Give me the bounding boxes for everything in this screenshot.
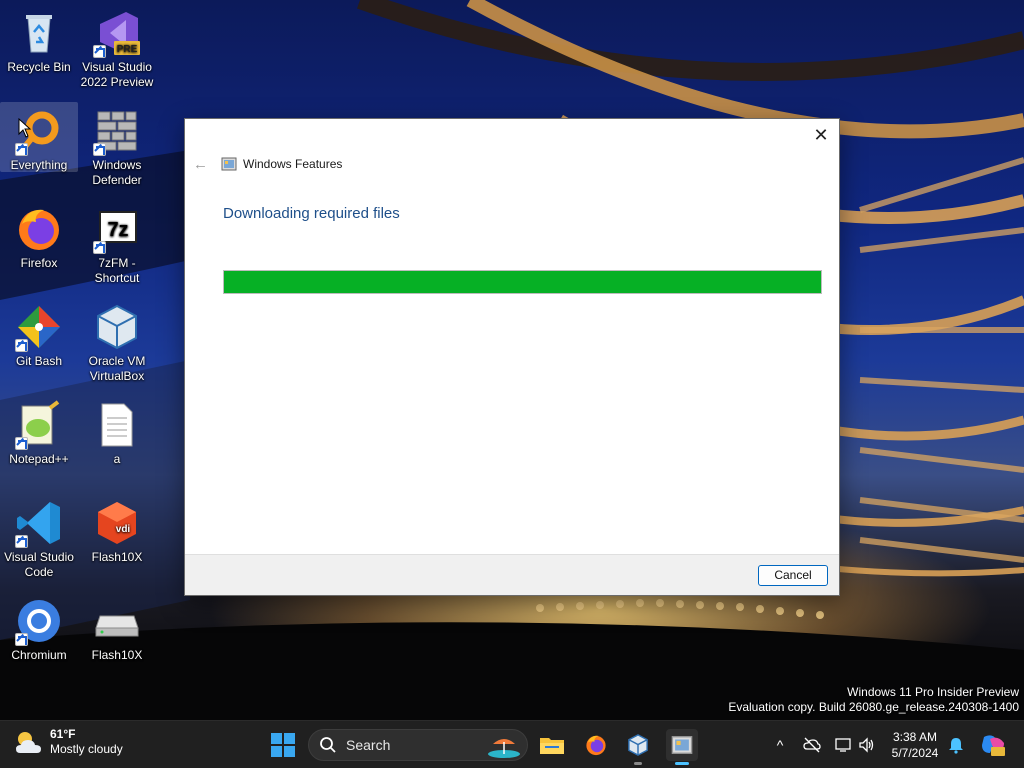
desktop-icon-label: a (113, 452, 121, 466)
notification-bell-icon[interactable] (947, 736, 965, 754)
taskbar-file-explorer[interactable] (536, 729, 568, 761)
drive-icon (92, 596, 142, 646)
windows-defender-icon (92, 106, 142, 156)
pre-badge: PRE (117, 44, 138, 55)
start-button[interactable] (269, 731, 297, 759)
windows-features-icon (671, 736, 693, 754)
desktop-icon-vscode[interactable]: Visual Studio Code (0, 494, 78, 580)
desktop-icon-firefox[interactable]: Firefox (0, 200, 78, 271)
shortcut-arrow-icon (15, 437, 28, 450)
desktop-icon-git-bash[interactable]: Git Bash (0, 298, 78, 369)
active-indicator (675, 762, 689, 765)
firefox-icon (586, 735, 606, 756)
desktop-icon-label: Visual Studio Code (4, 550, 74, 579)
search-icon (320, 737, 336, 753)
windows-features-icon (221, 157, 237, 171)
weather-condition: Mostly cloudy (50, 742, 123, 756)
desktop-icon-label: Oracle VM VirtualBox (88, 354, 146, 383)
dialog-footer: Cancel (185, 554, 839, 595)
chromium-icon (14, 596, 64, 646)
desktop-icon-label: Git Bash (15, 354, 63, 368)
taskbar-windows-features[interactable] (666, 729, 698, 765)
running-indicator (634, 762, 642, 765)
desktop-icon-label: Windows Defender (92, 158, 142, 187)
windows-features-dialog: ✕ ← Windows Features Downloading require… (184, 118, 840, 596)
desktop-icon-windows-defender[interactable]: Windows Defender (78, 102, 156, 188)
mouse-cursor-icon (18, 118, 32, 138)
desktop-icon-label: Firefox (20, 256, 58, 270)
dialog-title: Windows Features (243, 157, 343, 171)
download-progress-bar (223, 270, 822, 294)
desktop-icon-label: Visual Studio 2022 Preview (80, 60, 154, 89)
shortcut-arrow-icon (15, 535, 28, 548)
taskbar-firefox[interactable] (580, 729, 612, 761)
shortcut-arrow-icon (93, 45, 106, 58)
virtualbox-icon (628, 734, 648, 756)
desktop-icon-label: Flash10X (91, 550, 143, 564)
desktop-icon-notepad-plus-plus[interactable]: Notepad++ (0, 396, 78, 467)
7zip-glyph: 7z (107, 219, 128, 241)
vscode-icon (14, 498, 64, 548)
desktop-icon-virtualbox[interactable]: Oracle VM VirtualBox (78, 298, 156, 384)
shortcut-arrow-icon (93, 241, 106, 254)
volume-icon[interactable] (858, 736, 876, 754)
back-arrow-icon[interactable]: ← (193, 156, 213, 173)
watermark-build: Evaluation copy. Build 26080.ge_release.… (728, 700, 1019, 714)
notepad-plus-plus-icon (14, 400, 64, 450)
clock-time: 3:38 AM (892, 730, 938, 744)
cancel-button[interactable]: Cancel (758, 565, 828, 586)
desktop-icon-text-file-a[interactable]: a (78, 396, 156, 467)
search-label: Search (346, 737, 391, 753)
desktop-icon-chromium[interactable]: Chromium (0, 592, 78, 663)
7zip-icon: 7z (92, 204, 142, 254)
desktop-icon-7zfm[interactable]: 7z 7zFM - Shortcut (78, 200, 156, 286)
taskbar-clock[interactable]: 3:38 AM 5/7/2024 (880, 729, 950, 761)
shortcut-arrow-icon (15, 339, 28, 352)
desktop-icon-label: 7zFM - Shortcut (94, 256, 140, 285)
progress-fill (224, 271, 821, 293)
desktop-icon-flash10x[interactable]: vdi Flash10X (78, 494, 156, 565)
weather-widget[interactable]: 61°F Mostly cloudy (12, 727, 123, 757)
desktop-icon-label: Flash10X (91, 648, 143, 662)
desktop-icon-everything[interactable]: Everything (0, 102, 78, 172)
dialog-nav-row: ← Windows Features (193, 155, 342, 173)
shortcut-arrow-icon (15, 143, 28, 156)
windows-watermark: Windows 11 Pro Insider Preview Evaluatio… (728, 685, 1019, 715)
show-hidden-icons-chevron[interactable]: ^ (771, 736, 789, 754)
visual-studio-preview-icon: PRE (92, 8, 142, 58)
virtualbox-icon (92, 302, 142, 352)
shortcut-arrow-icon (93, 143, 106, 156)
search-highlight-beach-icon (488, 739, 520, 758)
recycle-bin-icon (14, 8, 64, 58)
file-explorer-icon (540, 738, 564, 754)
watermark-edition: Windows 11 Pro Insider Preview (847, 685, 1019, 699)
flash10x-box-icon: vdi (92, 498, 142, 548)
desktop-icon-label: Chromium (11, 648, 67, 662)
vdi-glyph: vdi (116, 524, 131, 535)
partly-cloudy-icon (16, 732, 41, 753)
copilot-preview-icon[interactable] (980, 733, 1006, 757)
status-heading: Downloading required files (223, 205, 400, 222)
git-bash-icon (14, 302, 64, 352)
firefox-icon (14, 204, 64, 254)
text-file-icon (92, 400, 142, 450)
clock-date: 5/7/2024 (891, 746, 939, 760)
desktop-icon-label: Everything (10, 158, 68, 172)
desktop-icon-recycle-bin[interactable]: Recycle Bin (0, 4, 78, 75)
shortcut-arrow-icon (15, 633, 28, 646)
weather-temp: 61°F (50, 727, 76, 741)
desktop-icon-flash10x-drive[interactable]: Flash10X (78, 592, 156, 663)
desktop-icon-label: Notepad++ (9, 452, 69, 466)
network-icon[interactable] (834, 736, 852, 754)
desktop-icon-label: Recycle Bin (7, 60, 71, 74)
taskbar-search-box[interactable]: Search (308, 729, 528, 761)
desktop-icon-visual-studio-preview[interactable]: PRE Visual Studio 2022 Preview (78, 4, 156, 90)
onedrive-offline-icon[interactable] (803, 736, 821, 754)
taskbar-virtualbox[interactable] (622, 729, 654, 765)
close-button[interactable]: ✕ (811, 125, 831, 145)
taskbar: 61°F Mostly cloudy Search ^ 3:38 AM 5/7/… (0, 720, 1024, 768)
